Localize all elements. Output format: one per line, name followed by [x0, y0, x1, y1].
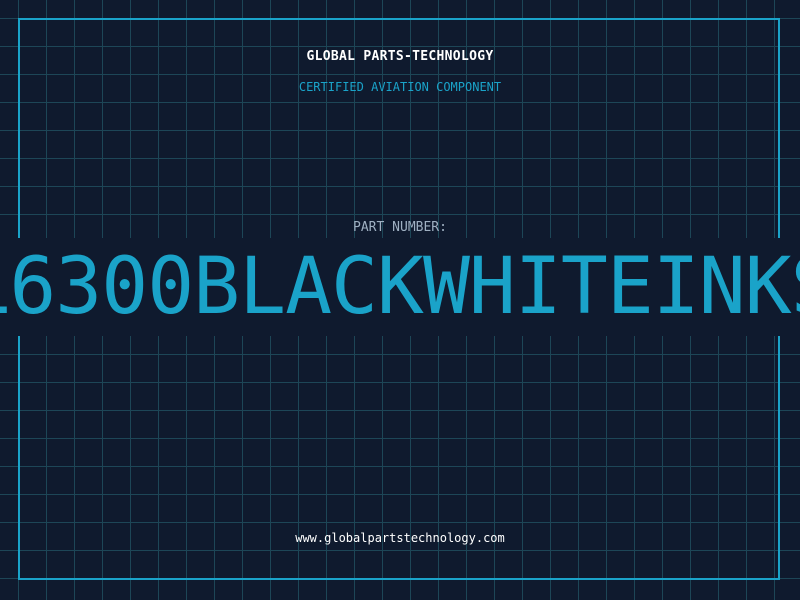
certificate-canvas: GLOBAL PARTS-TECHNOLOGY CERTIFIED AVIATI… [0, 0, 800, 600]
part-number-band: L6300BLACKWHITEINKS [0, 238, 800, 336]
certificate-subtitle: CERTIFIED AVIATION COMPONENT [298, 80, 502, 94]
part-number-value: L6300BLACKWHITEINKS [0, 242, 800, 332]
part-number-label: PART NUMBER: [353, 220, 447, 235]
company-name: GLOBAL PARTS-TECHNOLOGY [306, 49, 494, 64]
website-url: www.globalpartstechnology.com [295, 531, 505, 545]
